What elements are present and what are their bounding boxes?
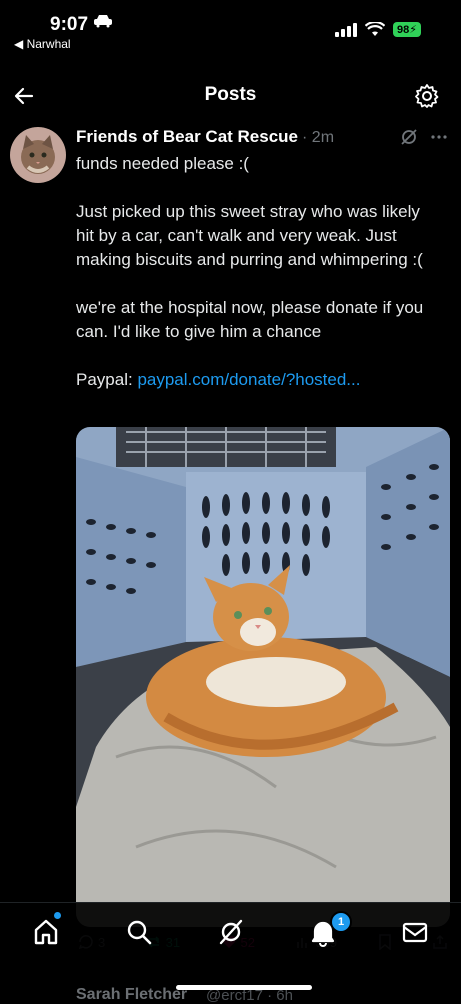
mail-icon[interactable] (400, 917, 430, 947)
next-post-author[interactable]: Sarah Fletcher (76, 986, 187, 1004)
post-body: funds needed please :( Just picked up th… (76, 152, 436, 392)
home-indicator[interactable] (176, 985, 312, 990)
search-icon[interactable] (124, 917, 154, 947)
post-time: · 2m (302, 129, 335, 146)
author-name[interactable]: Friends of Bear Cat Rescue (76, 127, 298, 147)
slashed-circle-icon[interactable] (400, 128, 418, 146)
post-image[interactable] (76, 427, 450, 927)
back-to-app-link[interactable]: ◀ Narwhal (14, 37, 71, 51)
wifi-icon (365, 22, 386, 36)
cellular-signal-icon (335, 22, 358, 37)
status-time: 9:07 (50, 14, 113, 36)
cat-in-carrier-photo (76, 427, 450, 927)
gear-icon[interactable] (414, 83, 440, 109)
post-body-text: funds needed please :( Just picked up th… (76, 154, 424, 389)
post-menu (400, 128, 448, 146)
notification-badge: 1 (330, 911, 352, 933)
more-options-icon[interactable] (430, 134, 448, 140)
post-header: Friends of Bear Cat Rescue · 2m (76, 127, 334, 147)
home-unread-dot (54, 912, 61, 919)
page-title: Posts (204, 84, 257, 105)
car-icon (94, 15, 113, 28)
home-icon[interactable] (31, 917, 61, 947)
bottom-tab-bar (0, 902, 461, 965)
battery-indicator: 98⚡ (393, 22, 421, 37)
status-icons: 98⚡ (335, 22, 421, 37)
cat-avatar-image (10, 127, 66, 183)
slashed-circle-nav-icon[interactable] (216, 917, 246, 947)
paypal-link[interactable]: paypal.com/donate/?hosted... (137, 370, 360, 389)
avatar[interactable] (10, 127, 66, 183)
